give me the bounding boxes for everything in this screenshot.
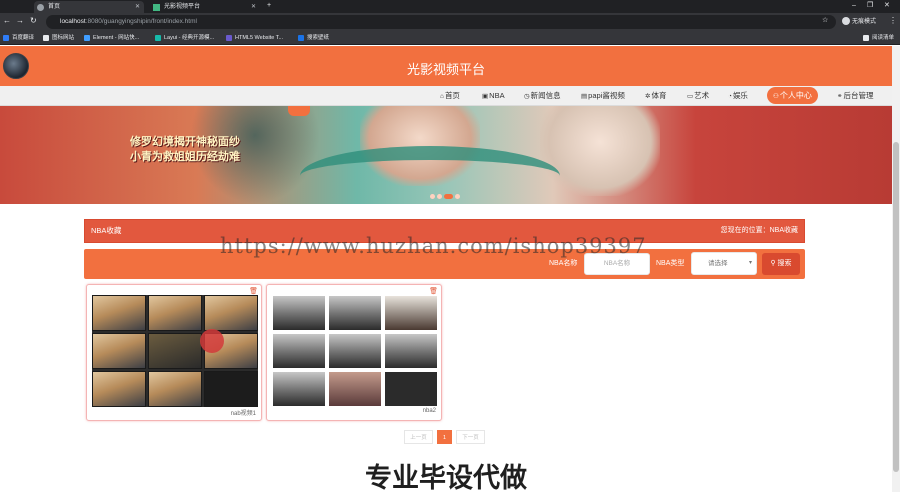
layui-icon	[155, 35, 161, 41]
link-icon: ⚭	[837, 93, 843, 100]
entertainment-icon: ◔	[728, 93, 732, 100]
menu-icon[interactable]: ⋮	[889, 16, 897, 25]
card-caption: nab视频1	[230, 411, 256, 417]
video-thumbnail[interactable]	[272, 295, 438, 407]
nav-item-user-center[interactable]: ⚇个人中心	[767, 87, 818, 104]
reading-list-icon	[863, 35, 869, 41]
favorite-card[interactable]: 🗑 nba2	[266, 284, 442, 421]
browser-tab-bar: 首页 ✕ 光影视频平台 ✕ + – ❐ ✕	[0, 0, 900, 13]
delete-icon[interactable]: 🗑	[429, 287, 438, 295]
search-button[interactable]: ⚲ 搜索	[762, 253, 800, 275]
user-icon: ⚇	[773, 93, 779, 100]
type-label: NBA类型	[656, 260, 685, 267]
bookmark-item[interactable]: Element - 网站快...	[84, 33, 139, 43]
tab-home[interactable]: 首页 ✕	[34, 1, 144, 13]
list-icon: ▤	[581, 93, 588, 100]
sports-icon: ✲	[645, 93, 651, 100]
delete-icon[interactable]: 🗑	[249, 287, 258, 295]
nav-item-sports[interactable]: ✲体育	[645, 86, 666, 105]
site-header: 光影视频平台	[0, 46, 892, 88]
bookmark-star-icon[interactable]: ☆	[822, 16, 828, 24]
translate-icon	[3, 35, 9, 41]
favorite-card[interactable]: 🗑 nab视频1	[86, 284, 262, 421]
folder-icon	[43, 35, 49, 41]
card-caption: nba2	[422, 408, 436, 414]
play-icon	[200, 329, 224, 353]
breadcrumb: 您现在的位置：NBA收藏	[720, 227, 798, 234]
html5-icon	[226, 35, 232, 41]
bookmark-item[interactable]: 搜索壁纸	[298, 33, 329, 43]
vue-icon	[153, 4, 160, 11]
reload-icon[interactable]: ↻	[30, 16, 37, 25]
banner-subheadline: 小青为救姐姐历经劫难	[130, 150, 240, 163]
profile-button[interactable]: 无痕模式	[842, 16, 876, 28]
forward-icon[interactable]: →	[16, 16, 24, 25]
back-icon[interactable]: ←	[3, 16, 11, 25]
new-tab-icon[interactable]: +	[267, 0, 271, 12]
video-icon: ▣	[482, 93, 489, 100]
chevron-down-icon: ▾	[748, 260, 752, 266]
promo-text: 专业毕设代做	[365, 463, 527, 492]
close-tab-icon[interactable]: ✕	[251, 1, 256, 13]
main-nav: ⌂首页 ▣NBA ◷新闻信息 ▤papi酱视频 ✲体育 ▭艺术 ◔娱乐 ⚇个人中…	[0, 86, 892, 106]
close-window-icon[interactable]: ✕	[884, 0, 890, 12]
bookmark-item[interactable]: Layui - 经典开源模...	[155, 33, 214, 43]
nav-item-papi[interactable]: ▤papi酱视频	[581, 86, 625, 105]
nav-item-art[interactable]: ▭艺术	[687, 86, 709, 105]
nav-item-news[interactable]: ◷新闻信息	[524, 86, 561, 105]
bookmarks-bar: 百度翻译 图标网站 Element - 网站快... Layui - 经典开源模…	[0, 31, 900, 45]
bookmark-item[interactable]: HTML5 Website T...	[226, 33, 283, 43]
close-tab-icon[interactable]: ✕	[135, 1, 140, 13]
tab-platform[interactable]: 光影视频平台 ✕	[150, 1, 260, 13]
search-icon: ⚲	[770, 260, 776, 267]
nav-item-nba[interactable]: ▣NBA	[482, 86, 505, 105]
globe-icon	[37, 4, 44, 11]
section-title: NBA收藏	[91, 226, 122, 235]
banner-carousel[interactable]: 修罗幻境揭开神秘面纱 小青为救姐姐历经劫难	[0, 106, 892, 204]
element-icon	[84, 35, 90, 41]
bookmark-item[interactable]: 图标网站	[43, 33, 74, 43]
nav-item-admin[interactable]: ⚭后台管理	[837, 86, 873, 105]
watermark-text: https://www.huzhan.com/ishop39397	[220, 234, 647, 258]
home-icon: ⌂	[440, 93, 444, 100]
reading-list[interactable]: 阅读清单	[863, 33, 894, 43]
maximize-icon[interactable]: ❐	[867, 0, 873, 12]
art-icon: ▭	[687, 93, 694, 100]
bookmark-item[interactable]: 百度翻译	[3, 33, 34, 43]
video-thumbnail[interactable]	[92, 295, 258, 407]
prev-page-button[interactable]: 上一页	[404, 430, 433, 444]
site-title: 光影视频平台	[406, 62, 485, 77]
minimize-icon[interactable]: –	[852, 0, 856, 12]
address-bar-row: ← → ↻ localhost:8080/guangyingshipin/fro…	[0, 13, 900, 31]
clock-icon: ◷	[524, 93, 530, 100]
scrollbar-thumb[interactable]	[893, 142, 899, 472]
incognito-icon	[842, 17, 850, 26]
carousel-indicator[interactable]	[430, 194, 462, 201]
url-input[interactable]: localhost:8080/guangyingshipin/front/ind…	[46, 15, 836, 29]
wallpaper-icon	[298, 35, 304, 41]
page-scrollbar[interactable]	[892, 46, 900, 492]
banner-headline: 修罗幻境揭开神秘面纱	[130, 135, 240, 148]
page-1-button[interactable]: 1	[437, 430, 452, 444]
next-page-button[interactable]: 下一页	[456, 430, 485, 444]
nav-item-entertainment[interactable]: ◔娱乐	[728, 86, 748, 105]
nav-item-home[interactable]: ⌂首页	[440, 86, 460, 105]
type-select[interactable]: 请选择 ▾	[691, 252, 757, 275]
